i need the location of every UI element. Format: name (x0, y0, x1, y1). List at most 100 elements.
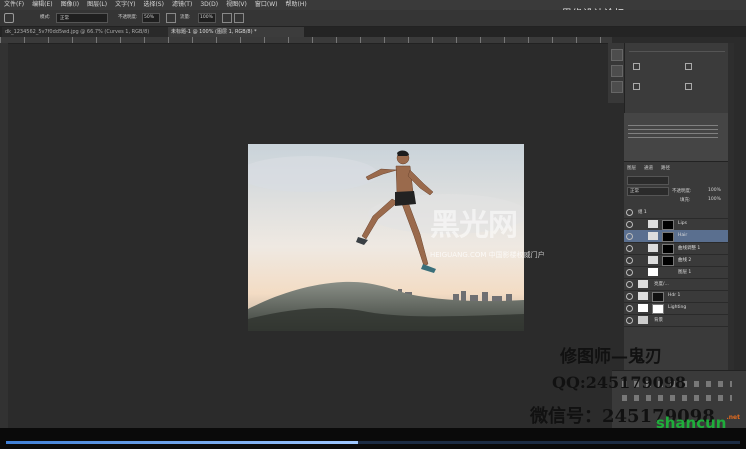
layer-thumb (648, 232, 658, 240)
layer-mask (662, 232, 674, 242)
heiguang-watermark-logo: 黑光网 (430, 208, 518, 243)
eye-icon[interactable] (626, 233, 633, 240)
layer-thumb (648, 256, 658, 264)
panel-divider (629, 51, 725, 52)
layer-name: 曲线 2 (678, 258, 692, 263)
menu-select[interactable]: 选择(S) (139, 0, 168, 10)
menu-view[interactable]: 视图(V) (222, 0, 251, 10)
info-icon[interactable] (611, 81, 623, 93)
eye-icon[interactable] (626, 209, 633, 216)
shancun-logo-suffix: .net (726, 414, 741, 421)
airbrush-icon[interactable] (222, 13, 232, 23)
tab-paths[interactable]: 路径 (661, 165, 670, 171)
opacity-label: 不透明度: (118, 15, 138, 20)
tools-panel (0, 43, 8, 428)
eye-icon[interactable] (626, 281, 633, 288)
menu-edit[interactable]: 编辑(E) (28, 0, 56, 10)
menu-help[interactable]: 帮助(H) (282, 0, 311, 10)
history-icon[interactable] (611, 49, 623, 61)
eye-icon[interactable] (626, 317, 633, 324)
blend-mode-select[interactable]: 正常 (627, 187, 669, 196)
layer-name: 曲线调整 1 (678, 246, 701, 251)
layer-name: Hair (678, 233, 688, 238)
layer-name: 亮度/... (654, 282, 669, 287)
layer-opacity-label: 不透明度: (672, 189, 692, 194)
shancun-logo-text: shancun (655, 414, 727, 432)
flow-value: 100% (200, 15, 213, 20)
flow-label: 流量: (180, 15, 191, 20)
layer-opacity-value[interactable]: 100% (708, 188, 721, 193)
layer-mask (662, 244, 674, 254)
panel-icon-strip (608, 43, 625, 103)
menu-file[interactable]: 文件(F) (0, 0, 28, 10)
mode-select[interactable]: 正常 (56, 13, 108, 23)
layer-name: 图层 1 (678, 270, 692, 275)
layer-thumb (648, 220, 658, 228)
retoucher-credit: 修图师—鬼刃 (560, 347, 662, 367)
eye-icon[interactable] (626, 221, 633, 228)
video-progress-track (0, 428, 746, 449)
eye-icon[interactable] (626, 245, 633, 252)
pressure-opacity-icon[interactable] (166, 13, 176, 23)
blend-mode-value: 正常 (630, 189, 639, 194)
video-progress-fill (6, 441, 359, 444)
menu-filter[interactable]: 滤镜(T) (168, 0, 196, 10)
heiguang-watermark-subtitle: HEIGUANG.COM 中国影楼权威门户 (430, 251, 545, 259)
brush-tool-icon[interactable] (4, 13, 14, 23)
tab-layers[interactable]: 图层 (627, 165, 636, 171)
link-icon-2[interactable] (685, 63, 692, 70)
tab-channels[interactable]: 通道 (644, 165, 653, 171)
menu-window[interactable]: 窗口(W) (251, 0, 282, 10)
actions-icon[interactable] (611, 65, 623, 77)
align-icon-2[interactable] (685, 83, 692, 90)
adjust-icon-row-2 (622, 395, 732, 401)
link-icon[interactable] (633, 63, 640, 70)
eye-icon[interactable] (626, 269, 633, 276)
layer-filter-select[interactable] (627, 176, 669, 185)
layer-thumb (648, 268, 658, 276)
layer-name: Lips (678, 221, 687, 226)
layer-mask (652, 304, 664, 314)
eye-icon[interactable] (626, 305, 633, 312)
menu-3d[interactable]: 3D(D) (196, 0, 222, 10)
panel-content-lines (628, 125, 718, 139)
flow-field[interactable]: 100% (198, 13, 216, 23)
menu-type[interactable]: 文字(Y) (111, 0, 139, 10)
tab-document-1-label: dk_1234562_5v7f0dd5wd.jpg @ 66.7% (Curve… (5, 29, 150, 35)
pressure-size-icon[interactable] (234, 13, 244, 23)
menu-layer[interactable]: 图层(L) (83, 0, 111, 10)
layer-name: Hdr 1 (668, 293, 681, 298)
menu-image[interactable]: 图像(I) (57, 0, 83, 10)
mode-label: 模式: (40, 15, 51, 20)
character-panel (624, 113, 729, 161)
layer-thumb (638, 280, 648, 288)
layer-thumb (648, 244, 658, 252)
layer-thumb (638, 316, 648, 324)
panel-scrollbar[interactable] (728, 43, 734, 373)
opacity-field[interactable]: 50% (142, 13, 160, 23)
mode-value: 正常 (60, 16, 69, 21)
layer-fill-label: 填充: (680, 198, 691, 203)
eye-icon[interactable] (626, 293, 633, 300)
tab-document-1[interactable]: dk_1234562_5v7f0dd5wd.jpg @ 66.7% (Curve… (2, 27, 168, 37)
horizontal-ruler (0, 37, 612, 44)
layer-thumb (638, 304, 648, 312)
opacity-value: 50% (144, 15, 155, 20)
layer-mask (652, 292, 664, 302)
layer-mask (662, 256, 674, 266)
align-icon[interactable] (633, 83, 640, 90)
layer-mask (662, 220, 674, 230)
layer-fill-value[interactable]: 100% (708, 197, 721, 202)
layer-name: 组 1 (638, 210, 647, 215)
layer-name: 背景 (654, 318, 663, 323)
layer-thumb (638, 292, 648, 300)
qq-contact: QQ:245179098 (552, 373, 686, 392)
eye-icon[interactable] (626, 257, 633, 264)
layer-row-background[interactable]: 背景 (624, 314, 729, 327)
tab-document-2[interactable]: 未标题-1 @ 100% (图层 1, RGB/8) * (168, 27, 304, 37)
options-bar (0, 10, 746, 27)
layer-name: Lighting (668, 305, 687, 310)
tab-document-2-label: 未标题-1 @ 100% (图层 1, RGB/8) * (171, 29, 257, 35)
properties-panel (624, 43, 730, 113)
shancun-logo: shancun.net (656, 414, 740, 432)
